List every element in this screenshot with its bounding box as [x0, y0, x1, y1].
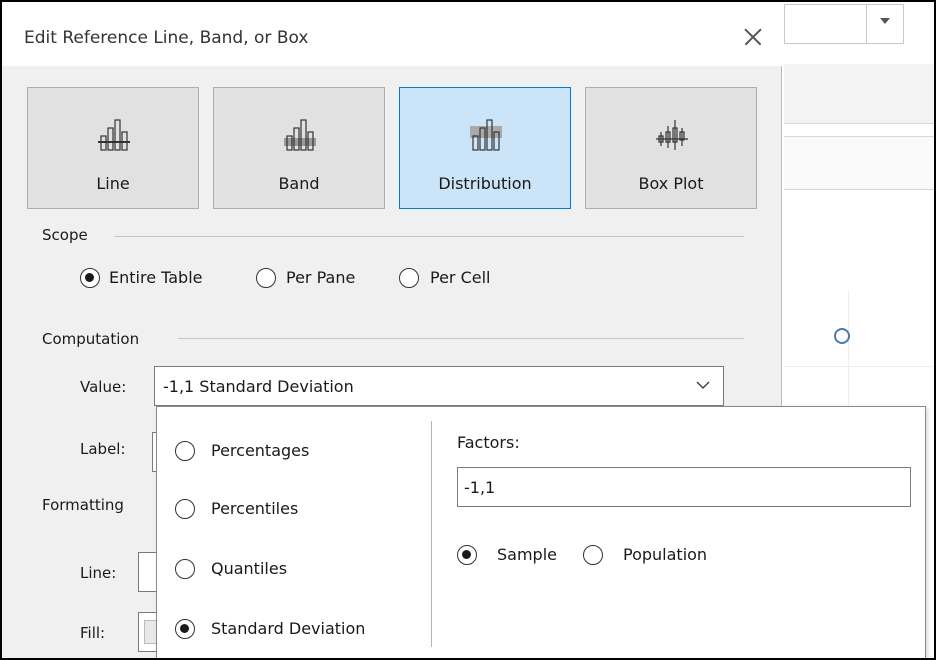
- fill-format-label: Fill:: [80, 624, 106, 642]
- scope-per-pane-radio[interactable]: [256, 268, 276, 292]
- box-plot-type-label: Box Plot: [638, 174, 704, 193]
- sample-label[interactable]: Sample: [497, 545, 557, 564]
- sample-radio[interactable]: [457, 545, 477, 569]
- factors-value: -1,1: [464, 478, 496, 497]
- label-field-label: Label:: [80, 440, 126, 458]
- reference-line-icon: [98, 119, 130, 151]
- radio-unchecked-icon[interactable]: [583, 545, 603, 565]
- line-type-button[interactable]: Line: [27, 87, 199, 209]
- value-label: Value:: [80, 378, 127, 396]
- radio-checked-icon[interactable]: [457, 545, 477, 565]
- factors-input[interactable]: -1,1: [457, 467, 911, 507]
- radio-unchecked-icon[interactable]: [175, 499, 195, 519]
- box-plot-icon: [656, 120, 688, 150]
- quantiles-radio[interactable]: [175, 559, 195, 583]
- popup-divider: [431, 421, 432, 647]
- distribution-type-label: Distribution: [438, 174, 532, 193]
- line-format-label: Line:: [80, 564, 117, 582]
- quantiles-label[interactable]: Quantiles: [211, 559, 287, 578]
- value-dropdown[interactable]: -1,1 Standard Deviation: [154, 366, 724, 406]
- factors-label: Factors:: [457, 433, 520, 452]
- standard-deviation-radio[interactable]: [175, 619, 195, 643]
- scope-per-cell-radio[interactable]: [399, 268, 419, 292]
- dialog-title: Edit Reference Line, Band, or Box: [24, 28, 309, 48]
- distribution-type-button[interactable]: Distribution: [399, 87, 571, 209]
- scope-section-label: Scope: [42, 226, 88, 244]
- percentiles-radio[interactable]: [175, 499, 195, 523]
- band-type-button[interactable]: Band: [213, 87, 385, 209]
- box-plot-type-button[interactable]: Box Plot: [585, 87, 757, 209]
- radio-checked-icon[interactable]: [175, 619, 195, 639]
- chevron-down-icon[interactable]: [695, 377, 711, 393]
- computation-section-label: Computation: [42, 330, 140, 348]
- percentages-radio[interactable]: [175, 441, 195, 465]
- formatting-section-label: Formatting: [42, 496, 124, 514]
- background-gridline-horizontal: [784, 366, 936, 367]
- radio-unchecked-icon[interactable]: [256, 268, 276, 288]
- radio-checked-icon[interactable]: [80, 268, 100, 288]
- population-radio[interactable]: [583, 545, 603, 569]
- radio-unchecked-icon[interactable]: [175, 559, 195, 579]
- distribution-icon: [470, 119, 502, 151]
- band-type-label: Band: [278, 174, 320, 193]
- close-icon[interactable]: [738, 22, 768, 52]
- circle-mark-icon[interactable]: [834, 328, 850, 344]
- scope-per-cell-label[interactable]: Per Cell: [430, 268, 491, 287]
- reference-band-icon: [284, 119, 316, 151]
- background-shelf: [784, 64, 936, 124]
- population-label[interactable]: Population: [623, 545, 707, 564]
- radio-unchecked-icon[interactable]: [399, 268, 419, 288]
- scope-entire-table-label[interactable]: Entire Table: [109, 268, 203, 287]
- standard-deviation-label[interactable]: Standard Deviation: [211, 619, 365, 638]
- dropdown-arrow-icon: [880, 18, 890, 24]
- background-shelf-2: [784, 136, 936, 190]
- background-dropdown-button[interactable]: [866, 4, 904, 44]
- value-options-popup: Percentages Percentiles Quantiles Standa…: [156, 406, 926, 660]
- scope-entire-table-radio[interactable]: [80, 268, 100, 292]
- radio-unchecked-icon[interactable]: [175, 441, 195, 461]
- percentiles-label[interactable]: Percentiles: [211, 499, 298, 518]
- scope-divider: [114, 236, 744, 237]
- scope-per-pane-label[interactable]: Per Pane: [286, 268, 355, 287]
- percentages-label[interactable]: Percentages: [211, 441, 309, 460]
- computation-divider: [178, 338, 744, 339]
- value-selected-text: -1,1 Standard Deviation: [163, 377, 354, 396]
- line-type-label: Line: [96, 174, 130, 193]
